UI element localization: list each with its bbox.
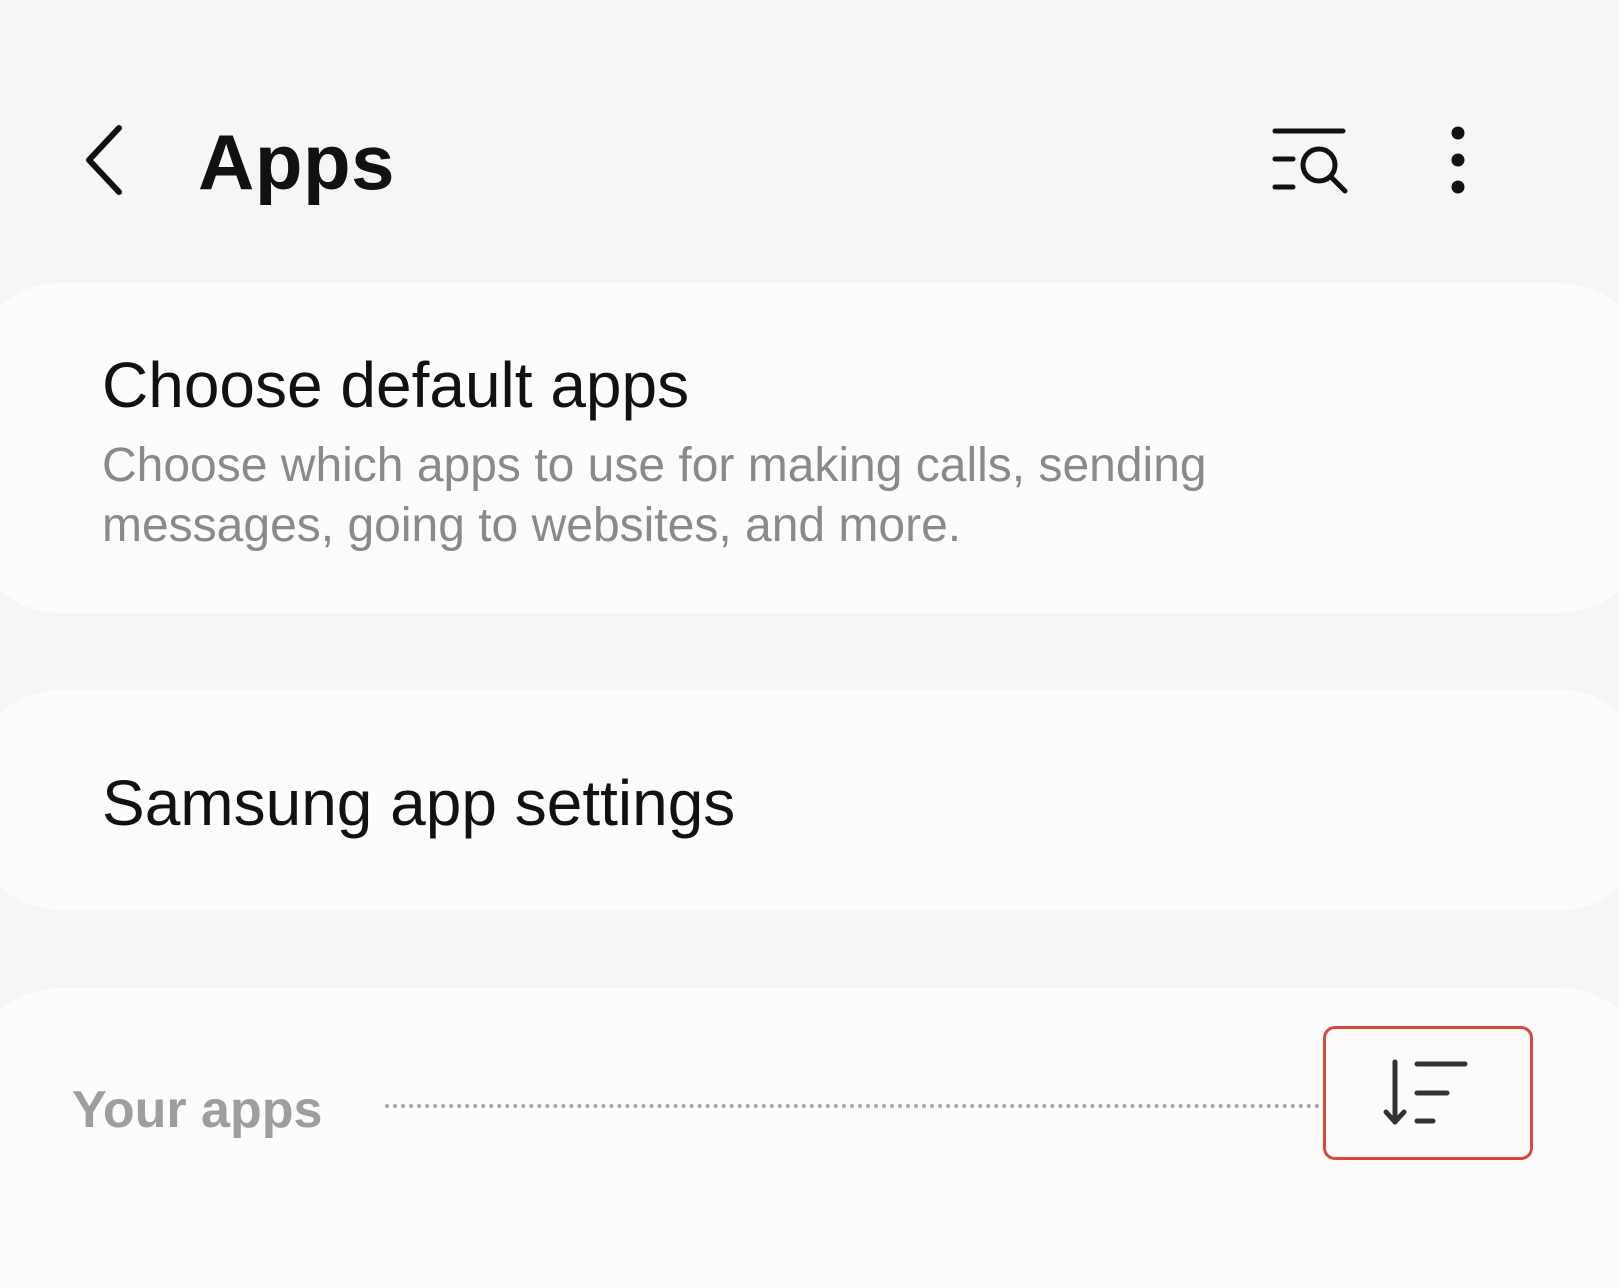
list-search-icon: [1267, 125, 1357, 195]
app-bar: Apps: [0, 0, 1619, 280]
samsung-app-settings-title: Samsung app settings: [102, 767, 736, 839]
choose-default-apps-title: Choose default apps: [102, 349, 690, 421]
more-options-button[interactable]: [1420, 115, 1496, 205]
your-apps-label: Your apps: [72, 1081, 323, 1139]
back-button[interactable]: [60, 105, 150, 215]
chevron-left-icon: [75, 120, 135, 200]
sort-icon: [1383, 1058, 1473, 1128]
search-button[interactable]: [1262, 115, 1362, 205]
section-divider: [385, 1104, 1320, 1108]
sort-button[interactable]: [1323, 1026, 1533, 1160]
page-title: Apps: [198, 118, 395, 206]
choose-default-apps-description: Choose which apps to use for making call…: [102, 439, 1207, 552]
more-vertical-icon: [1448, 125, 1468, 195]
